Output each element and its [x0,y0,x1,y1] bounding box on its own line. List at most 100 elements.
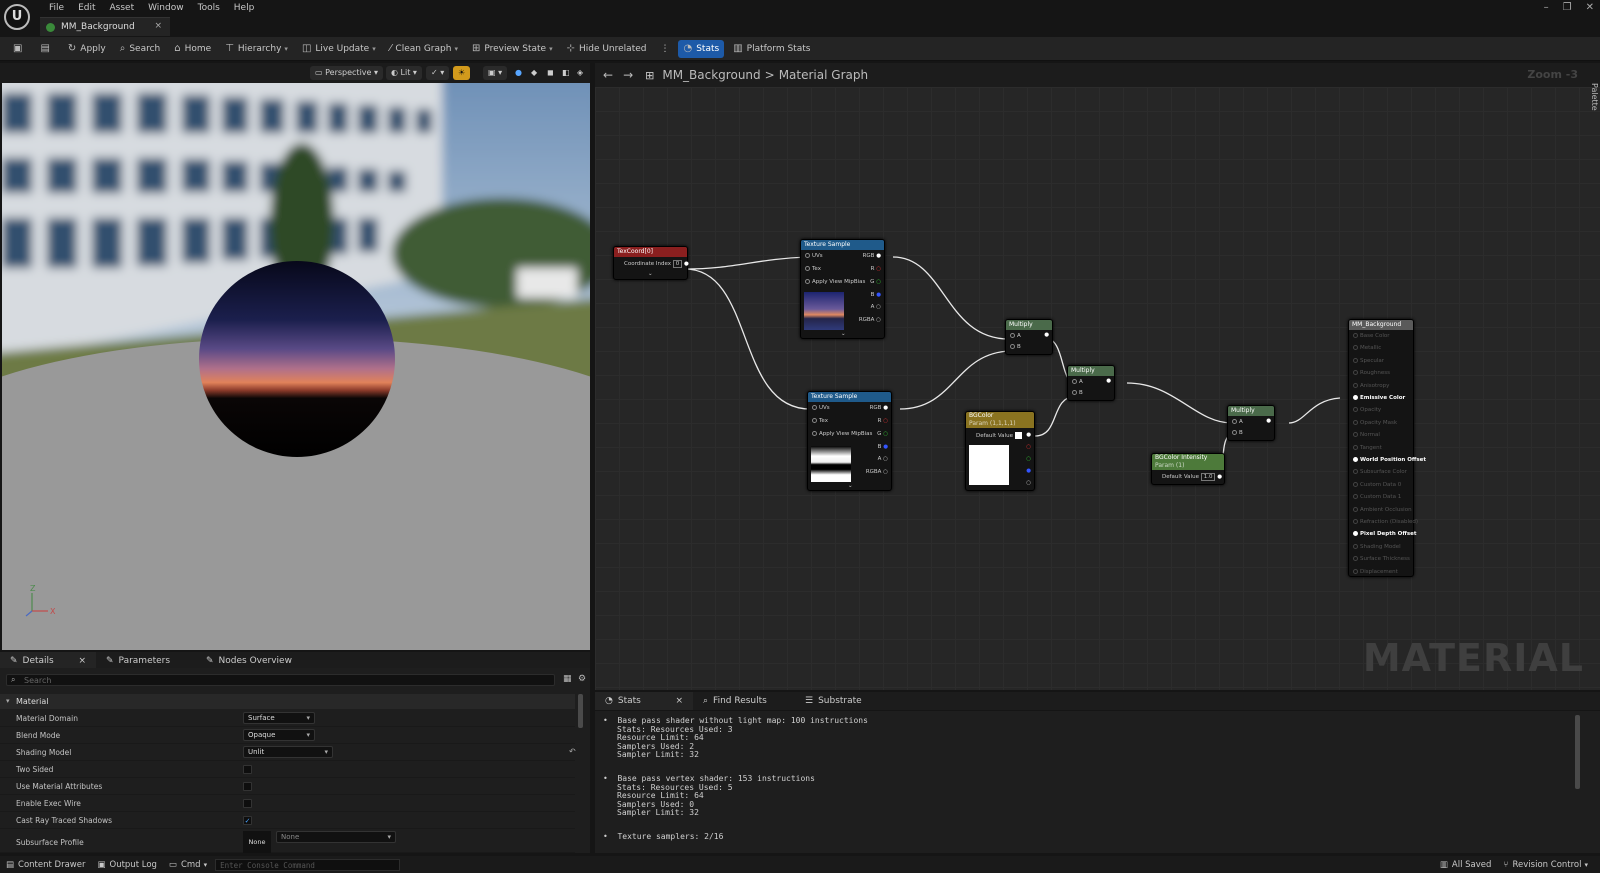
pin-dot-icon [1353,457,1358,462]
content-drawer-button[interactable]: ▤ Content Drawer [0,860,91,870]
tex1-tex-label: Tex [812,266,821,272]
close-window-icon[interactable]: ✕ [1586,2,1594,13]
result-pin: Opacity [1351,407,1381,413]
subsurface-profile-dropdown[interactable]: None [276,831,396,843]
hierarchy-button[interactable]: ⊤ Hierarchy ▾ [220,40,293,58]
restore-icon[interactable]: ❐ [1563,2,1572,13]
two-sided-checkbox[interactable] [243,765,252,774]
result-pin: Displacement [1351,568,1398,575]
preview-mesh-dropdown[interactable]: ▣ ▾ [483,66,508,80]
material-graph-canvas[interactable]: ← → ⊞ MM_Background > Material Graph Zoo… [595,63,1600,690]
browse-button[interactable]: ▤ [35,40,58,58]
perspective-dropdown[interactable]: ▭ Perspective ▾ [310,66,384,80]
cast-ray-traced-shadows-checkbox[interactable]: ✓ [243,816,252,825]
preview-state-button[interactable]: ⊞ Preview State ▾ [467,40,558,58]
expand-chevron-icon[interactable]: ⌄ [848,483,853,489]
tex1-rgb-pin: RGB ● [862,253,881,259]
teapot-mesh-icon[interactable]: ◈ [572,66,588,80]
tab-stats[interactable]: ◔ Stats × [595,692,693,710]
home-button[interactable]: ⌂ Home [169,40,216,58]
multiply-2-a-label: A [1079,379,1083,385]
intensity-value-field[interactable]: 1.0 [1200,473,1216,481]
close-tab-icon[interactable]: × [78,656,86,666]
cmd-dropdown[interactable]: ▭ Cmd ▾ [163,860,213,870]
stats-line: Sampler Limit: 32 [617,808,699,818]
result-pin-label: Surface Thickness [1360,556,1410,563]
expand-chevron-icon[interactable]: ⌄ [841,331,846,337]
platform-stats-button[interactable]: ▥ Platform Stats [728,40,815,58]
texture-sample-node-1[interactable]: Texture Sample UVs Tex Apply View MipBia… [800,239,885,339]
minimize-icon[interactable]: – [1544,2,1549,13]
unreal-logo-icon[interactable]: U [4,4,30,30]
document-tab[interactable]: MM_Background × [40,17,170,36]
material-section-header[interactable]: ▾ Material [0,694,575,709]
menu-help[interactable]: Help [227,2,262,14]
revision-control-button[interactable]: ⑂ Revision Control ▾ [1497,860,1594,870]
property-row-blend-mode: Blend Mode Opaque [0,727,575,744]
hide-unrelated-button[interactable]: ⊹ Hide Unrelated [562,40,652,58]
find-results-tab-icon: ⌕ [703,696,709,706]
enable-exec-wire-checkbox[interactable] [243,799,252,808]
multiply-2-a-pin: A [1070,379,1083,385]
material-domain-dropdown[interactable]: Surface [243,712,315,724]
coordinate-index-value[interactable]: 0 [672,260,683,268]
clean-graph-button[interactable]: ⁄ Clean Graph ▾ [385,40,463,58]
intensity-header: BGColor Intensity Param (1) [1152,454,1224,470]
tab-find-results[interactable]: ⌕ Find Results [693,692,795,710]
coordinate-index-pin: Coordinate Index 0 ● [624,260,689,268]
stats-button[interactable]: ◔ Stats [678,39,725,58]
material-preview-viewport[interactable]: Z X [2,83,590,650]
show-flags-dropdown[interactable]: ✓ ▾ [426,66,450,80]
sphere-mesh-icon[interactable]: ● [510,66,527,80]
close-tab-icon[interactable]: × [675,696,683,706]
close-tab-icon[interactable]: × [154,21,162,31]
subsurface-profile-thumbnail[interactable]: None [243,831,271,853]
save-button[interactable]: ▣ [8,40,31,58]
bgcolor-intensity-node[interactable]: BGColor Intensity Param (1) Default Value… [1151,453,1225,485]
settings-gear-icon[interactable]: ⚙ [578,674,586,684]
hide-unrelated-label: Hide Unrelated [578,43,647,54]
tab-substrate[interactable]: ☰ Substrate [795,692,872,710]
menu-asset[interactable]: Asset [103,2,142,14]
multiply-1-title: Multiply [1006,320,1052,330]
multiply-node-1[interactable]: Multiply A B ● [1005,319,1053,355]
realtime-toggle-icon[interactable]: ☀ [453,66,471,80]
details-search-input[interactable]: ⌕ Search [6,674,555,686]
details-scrollbar[interactable] [578,694,583,728]
live-update-icon: ◫ [301,43,312,54]
tex2-b-label: B [877,444,882,450]
material-result-node[interactable]: MM_Background Base Color Metallic Specular… [1348,319,1426,577]
use-material-attributes-checkbox[interactable] [243,782,252,791]
blend-mode-dropdown[interactable]: Opaque [243,729,315,741]
multiply-node-2[interactable]: Multiply A B ● [1067,365,1115,401]
bgcolor-param-node[interactable]: BGColor Param (1,1,1,1) Default Value ● ○… [965,411,1035,491]
two-sided-label: Two Sided [16,765,54,774]
lit-dropdown[interactable]: ◐ Lit ▾ [386,66,422,80]
menu-tools[interactable]: Tools [191,2,227,14]
table-view-icon[interactable]: ▦ [563,674,572,684]
cylinder-mesh-icon[interactable]: ◆ [526,66,542,80]
home-label: Home [184,43,212,54]
search-button[interactable]: ⌕ Search [115,40,166,58]
texture-sample-node-2[interactable]: Texture Sample UVs Tex Apply View MipBia… [807,391,892,491]
result-pin: Base Color [1351,333,1390,339]
all-saved-indicator[interactable]: ▥ All Saved [1434,860,1498,870]
reset-to-default-icon[interactable]: ↶ [569,747,576,756]
result-pin: Specular [1351,357,1384,364]
expand-chevron-icon[interactable]: ⌄ [648,271,653,277]
texcoord-node[interactable]: TexCoord[0] Coordinate Index 0 ● ⌄ [613,246,689,280]
menu-edit[interactable]: Edit [71,2,102,14]
coordinate-index-label: Coordinate Index [624,261,672,267]
toolbar-more-icon[interactable]: ⋮ [655,40,674,58]
menu-file[interactable]: File [42,2,71,14]
live-update-button[interactable]: ◫ Live Update ▾ [297,40,381,58]
multiply-node-3[interactable]: Multiply A B ● [1227,405,1275,441]
shading-model-dropdown[interactable]: Unlit [243,746,333,758]
console-command-input[interactable]: Enter Console Command [215,858,401,871]
multiply-2-b-label: B [1079,390,1083,396]
menu-window[interactable]: Window [141,2,191,14]
bgcolor-swatch[interactable] [1014,432,1022,439]
apply-button[interactable]: ↻ Apply [63,40,111,58]
output-log-button[interactable]: ▣ Output Log [91,860,162,870]
stats-scrollbar[interactable] [1575,715,1580,789]
